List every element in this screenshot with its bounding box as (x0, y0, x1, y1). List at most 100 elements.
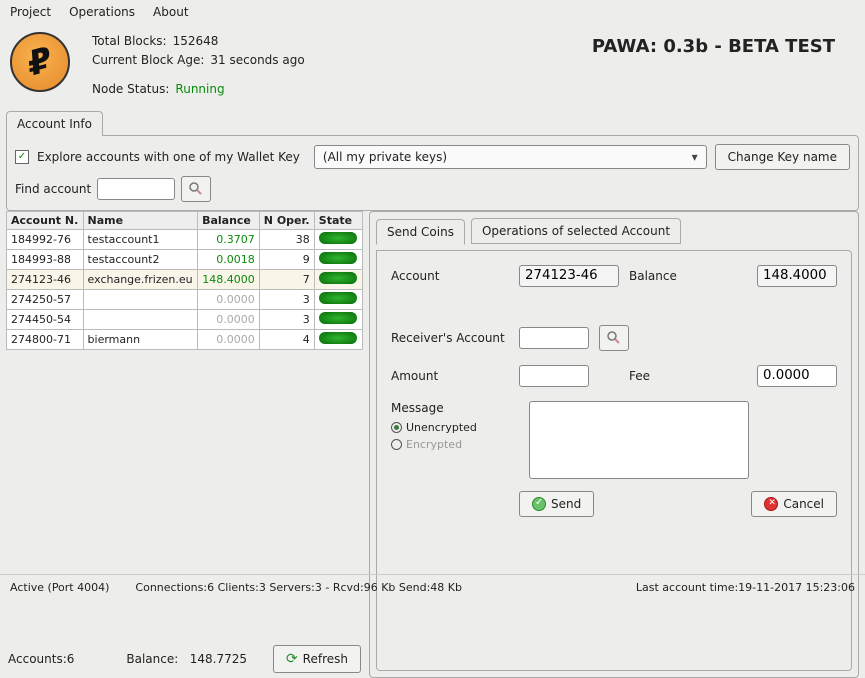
table-row[interactable]: 184992-76testaccount10.370738 (7, 229, 363, 249)
send-label: Send (551, 497, 581, 511)
state-pill-icon (319, 312, 357, 324)
cell-account: 274800-71 (7, 329, 84, 349)
state-pill-icon (319, 272, 357, 284)
receiver-search-button[interactable] (599, 325, 629, 351)
cell-name: exchange.frizen.eu (83, 269, 198, 289)
col-state[interactable]: State (314, 211, 362, 229)
node-status-value: Running (175, 80, 224, 99)
amount-input[interactable] (519, 365, 589, 387)
refresh-icon: ⟳ (286, 651, 298, 667)
main-tabs: Account Info ✓ Explore accounts with one… (0, 110, 865, 211)
message-textarea[interactable] (529, 401, 749, 479)
cell-account: 184993-88 (7, 249, 84, 269)
table-footer: Accounts:6 Balance: 148.7725 ⟳ Refresh (6, 640, 363, 678)
menu-operations[interactable]: Operations (69, 5, 135, 19)
receiver-label: Receiver's Account (391, 331, 509, 345)
explore-panel: ✓ Explore accounts with one of my Wallet… (6, 135, 859, 211)
block-age-label: Current Block Age: (92, 51, 204, 70)
send-balance-field (757, 265, 837, 287)
cell-account: 274123-46 (7, 269, 84, 289)
cell-name: biermann (83, 329, 198, 349)
cell-state (314, 249, 362, 269)
accounts-count-label: Accounts: (8, 652, 67, 666)
state-pill-icon (319, 332, 357, 344)
total-balance-label: Balance: (126, 652, 178, 666)
total-balance: 148.7725 (190, 652, 247, 666)
fee-input[interactable] (757, 365, 837, 387)
cell-state (314, 269, 362, 289)
cell-noper: 3 (259, 309, 314, 329)
fee-label: Fee (629, 369, 747, 383)
send-account-field (519, 265, 619, 287)
change-key-button[interactable]: Change Key name (715, 144, 850, 170)
find-account-input[interactable] (97, 178, 175, 200)
statusbar: Active (Port 4004) Connections:6 Clients… (0, 574, 865, 600)
accounts-table-wrap: Account N. Name Balance N Oper. State 18… (6, 211, 363, 678)
cell-balance: 0.3707 (198, 229, 260, 249)
cell-balance: 148.4000 (198, 269, 260, 289)
cell-balance: 0.0000 (198, 329, 260, 349)
logo-icon: ₽ (10, 32, 70, 92)
accounts-count: 6 (67, 652, 75, 666)
find-button[interactable] (181, 176, 211, 202)
app-title: PAWA: 0.3b - BETA TEST (592, 32, 855, 57)
menu-about[interactable]: About (153, 5, 188, 19)
cancel-label: Cancel (783, 497, 824, 511)
status-last-time: Last account time:19-11-2017 15:23:06 (636, 581, 855, 594)
cell-noper: 7 (259, 269, 314, 289)
cell-balance: 0.0000 (198, 309, 260, 329)
state-pill-icon (319, 252, 357, 264)
col-account[interactable]: Account N. (7, 211, 84, 229)
cell-name: testaccount1 (83, 229, 198, 249)
search-icon (605, 329, 623, 347)
status-connections: Connections:6 Clients:3 Servers:3 - Rcvd… (135, 581, 462, 594)
refresh-button[interactable]: ⟳ Refresh (273, 645, 361, 673)
col-name[interactable]: Name (83, 211, 198, 229)
send-button[interactable]: Send (519, 491, 594, 517)
table-row[interactable]: 274450-54 0.00003 (7, 309, 363, 329)
cell-balance: 0.0018 (198, 249, 260, 269)
total-blocks-value: 152648 (173, 32, 219, 51)
total-blocks-label: Total Blocks: (92, 32, 167, 51)
ok-icon (532, 497, 546, 511)
cell-account: 184992-76 (7, 229, 84, 249)
status-block: Total Blocks: 152648 Current Block Age: 3… (92, 32, 305, 100)
accounts-table[interactable]: Account N. Name Balance N Oper. State 18… (6, 211, 363, 350)
tab-send-coins[interactable]: Send Coins (376, 219, 465, 245)
wallet-key-select[interactable]: (All my private keys) (314, 145, 707, 169)
refresh-label: Refresh (303, 652, 348, 666)
radio-unencrypted[interactable]: Unencrypted (391, 421, 519, 434)
table-row[interactable]: 274250-57 0.00003 (7, 289, 363, 309)
cell-noper: 3 (259, 289, 314, 309)
cell-name: testaccount2 (83, 249, 198, 269)
status-active: Active (Port 4004) (10, 581, 109, 594)
send-panel: Send Coins Operations of selected Accoun… (369, 211, 859, 678)
table-row[interactable]: 274123-46exchange.frizen.eu148.40007 (7, 269, 363, 289)
cancel-button[interactable]: Cancel (751, 491, 837, 517)
col-balance[interactable]: Balance (198, 211, 260, 229)
menu-project[interactable]: Project (10, 5, 51, 19)
header: ₽ Total Blocks: 152648 Current Block Age… (0, 24, 865, 104)
amount-label: Amount (391, 369, 509, 383)
table-row[interactable]: 274800-71biermann0.00004 (7, 329, 363, 349)
radio-encrypted: Encrypted (391, 438, 519, 451)
tab-account-info[interactable]: Account Info (6, 111, 103, 136)
state-pill-icon (319, 292, 357, 304)
block-age-value: 31 seconds ago (210, 51, 304, 70)
cell-state (314, 329, 362, 349)
cell-account: 274450-54 (7, 309, 84, 329)
col-noper[interactable]: N Oper. (259, 211, 314, 229)
state-pill-icon (319, 232, 357, 244)
table-row[interactable]: 184993-88testaccount20.00189 (7, 249, 363, 269)
cell-account: 274250-57 (7, 289, 84, 309)
cell-noper: 4 (259, 329, 314, 349)
tab-operations[interactable]: Operations of selected Account (471, 218, 681, 244)
cell-name (83, 289, 198, 309)
receiver-input[interactable] (519, 327, 589, 349)
cell-balance: 0.0000 (198, 289, 260, 309)
cancel-icon (764, 497, 778, 511)
cell-noper: 9 (259, 249, 314, 269)
explore-checkbox[interactable]: ✓ (15, 150, 29, 164)
cell-noper: 38 (259, 229, 314, 249)
find-account-label: Find account (15, 182, 91, 196)
